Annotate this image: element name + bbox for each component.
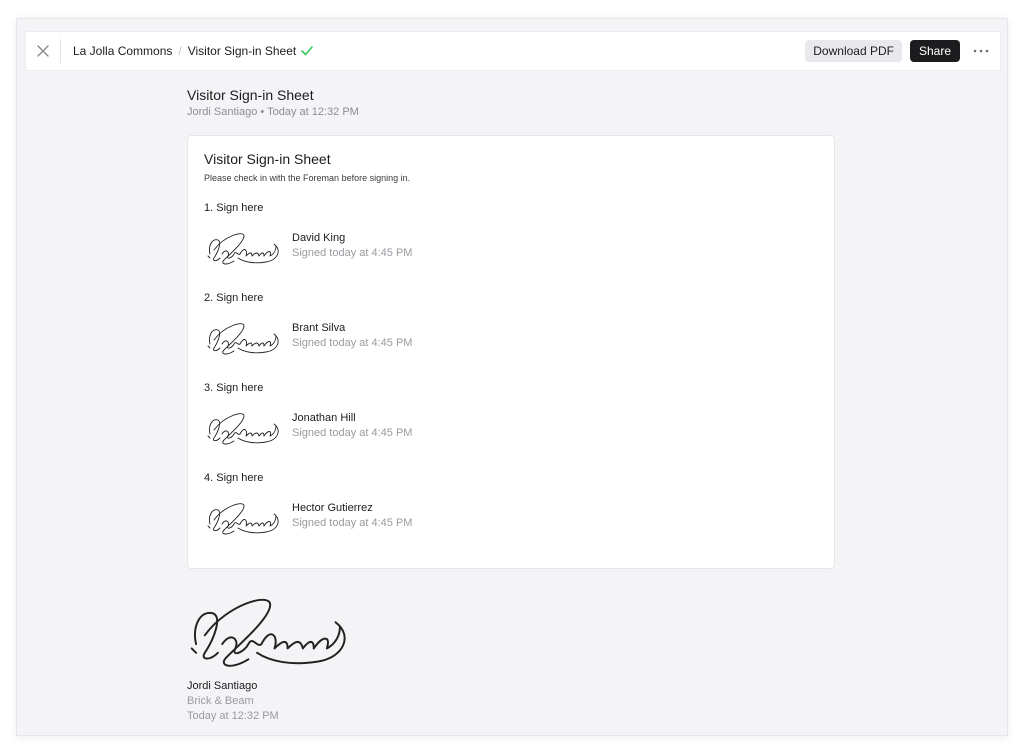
signed-status: Signed today at 4:45 PM	[292, 517, 413, 529]
top-toolbar: La Jolla Commons / Visitor Sign-in Sheet…	[25, 31, 1001, 71]
document-window: La Jolla Commons / Visitor Sign-in Sheet…	[16, 18, 1008, 736]
document-meta: Jordi Santiago • Today at 12:32 PM	[187, 106, 359, 118]
document-title: Visitor Sign-in Sheet	[187, 87, 314, 103]
entry-label: 4. Sign here	[204, 472, 264, 484]
signer-name: David King	[292, 232, 346, 244]
signature-image[interactable]	[204, 408, 282, 448]
entry-label: 3. Sign here	[204, 382, 264, 394]
signin-sheet-card: Visitor Sign-in Sheet Please check in wi…	[187, 135, 835, 569]
meta-separator: •	[260, 106, 265, 118]
document-author: Jordi Santiago	[187, 106, 258, 118]
signature-image-large	[190, 598, 346, 667]
signer-footer-name: Jordi Santiago	[187, 680, 258, 692]
toolbar-divider	[60, 39, 61, 63]
card-instructions: Please check in with the Foreman before …	[204, 173, 411, 183]
signer-name: Jonathan Hill	[292, 412, 356, 424]
signature-row: Brant Silva Signed today at 4:45 PM	[204, 318, 464, 358]
signature-entry: 4. Sign here Hector Gutierrez Signed tod…	[204, 472, 412, 535]
signed-status: Signed today at 4:45 PM	[292, 247, 413, 259]
signer-name: Hector Gutierrez	[292, 502, 373, 514]
breadcrumb-document: Visitor Sign-in Sheet	[187, 44, 297, 58]
entry-label: 1. Sign here	[204, 202, 264, 214]
signer-footer-company: Brick & Beam	[187, 695, 254, 707]
entry-label: 2. Sign here	[204, 292, 264, 304]
signature-image[interactable]	[204, 498, 282, 538]
close-icon[interactable]	[26, 32, 60, 70]
breadcrumb-separator: /	[178, 44, 182, 58]
signature-image[interactable]	[204, 228, 282, 268]
ellipsis-icon[interactable]	[966, 40, 996, 62]
check-icon	[301, 46, 314, 56]
signature-image[interactable]	[204, 318, 282, 358]
signer-footer-timestamp: Today at 12:32 PM	[187, 710, 279, 722]
breadcrumb-root[interactable]: La Jolla Commons	[73, 44, 172, 58]
signature-entry: 2. Sign here Brant Silva Signed today at…	[204, 292, 412, 355]
signature-row: David King Signed today at 4:45 PM	[204, 228, 464, 268]
signer-name: Brant Silva	[292, 322, 346, 334]
signature-entry: 3. Sign here Jonathan Hill Signed today …	[204, 382, 412, 445]
download-pdf-button[interactable]: Download PDF	[805, 40, 902, 62]
signature-row: Jonathan Hill Signed today at 4:45 PM	[204, 408, 464, 448]
signature-entry: 1. Sign here David King Signed today at …	[204, 202, 412, 265]
signed-status: Signed today at 4:45 PM	[292, 337, 413, 349]
share-button[interactable]: Share	[909, 40, 960, 62]
card-title: Visitor Sign-in Sheet	[204, 151, 331, 167]
signed-status: Signed today at 4:45 PM	[292, 427, 413, 439]
signature-row: Hector Gutierrez Signed today at 4:45 PM	[204, 498, 464, 538]
document-timestamp: Today at 12:32 PM	[267, 106, 359, 118]
